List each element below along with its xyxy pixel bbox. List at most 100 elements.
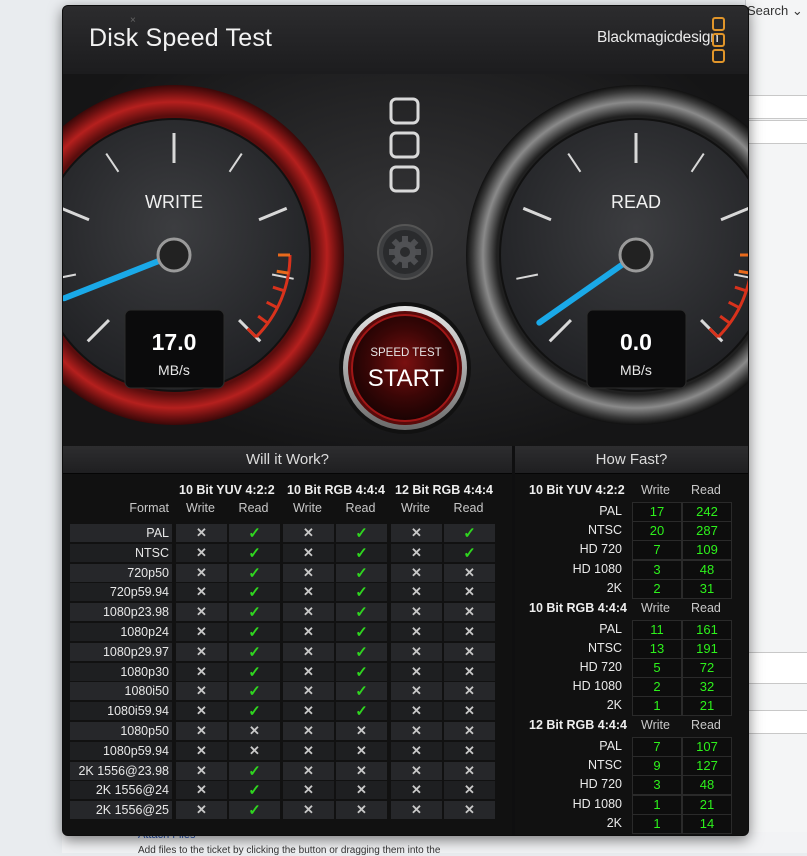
result-cell: ✕	[391, 583, 442, 602]
result-cell: ✕	[391, 642, 442, 661]
read-speed-value: 287	[682, 521, 732, 542]
result-cell: ✓	[336, 662, 387, 681]
result-cell: ✕	[176, 583, 227, 602]
read-speed-value: 242	[682, 502, 732, 522]
gauge-redline-tick	[276, 269, 289, 275]
result-cell: ✕	[444, 722, 495, 740]
x-mark-icon: ✕	[196, 604, 207, 620]
sub-header-write: Write	[401, 501, 430, 515]
x-mark-icon: ✕	[411, 525, 422, 540]
how-fast-row-label: NTSC	[587, 640, 622, 655]
x-mark-icon: ✕	[196, 762, 207, 778]
checkmark-icon: ✓	[248, 624, 261, 641]
start-button[interactable]: SPEED TEST START	[339, 302, 471, 434]
write-speed-value: 7	[632, 540, 682, 561]
write-speed-value: 13	[632, 638, 682, 659]
result-cell: ✕	[176, 603, 227, 622]
x-mark-icon: ✕	[303, 624, 314, 639]
result-cell: ✓	[336, 623, 387, 641]
write-speed-value: 7	[632, 737, 682, 757]
checkmark-icon: ✓	[355, 683, 368, 701]
x-mark-icon: ✕	[303, 683, 314, 699]
result-cell: ✕	[176, 662, 227, 681]
result-cell: ✕	[391, 682, 442, 701]
result-cell: ✓	[229, 603, 280, 622]
write-needle-hub	[156, 237, 192, 273]
background-field	[748, 95, 807, 119]
read-value: 0.0	[620, 329, 652, 355]
result-cell: ✕	[229, 722, 280, 740]
x-mark-icon: ✕	[356, 782, 367, 798]
result-cell: ✕	[336, 722, 387, 740]
x-mark-icon: ✕	[464, 742, 475, 758]
will-it-work-panel: Will it Work? 10 Bit YUV 4:2:2 10 Bit RGB…	[63, 446, 512, 835]
how-fast-row-label: HD 720	[579, 777, 622, 792]
read-speed-value: 14	[682, 813, 732, 834]
x-mark-icon: ✕	[411, 584, 422, 600]
result-cell: ✓	[229, 642, 280, 661]
result-cell: ✕	[283, 583, 334, 602]
drive-slots-icon[interactable]	[389, 97, 420, 193]
x-mark-icon: ✕	[411, 723, 422, 738]
x-mark-icon: ✕	[303, 643, 314, 659]
result-cell: ✕	[176, 781, 227, 800]
x-mark-icon: ✕	[196, 525, 207, 540]
result-cell: ✕	[391, 563, 442, 582]
result-cell: ✕	[176, 741, 227, 760]
how-fast-row-label: HD 720	[579, 542, 622, 557]
result-cell: ✕	[444, 781, 495, 800]
how-fast-group-header: 10 Bit YUV 4:2:2	[529, 483, 625, 497]
result-cell: ✓	[336, 603, 387, 622]
result-cell: ✓	[229, 583, 280, 602]
x-mark-icon: ✕	[411, 564, 422, 580]
result-cell: ✓	[229, 801, 280, 820]
write-speed-value: 2	[632, 578, 682, 599]
x-mark-icon: ✕	[249, 742, 260, 758]
result-cell: ✓	[229, 662, 280, 681]
result-cell: ✕	[176, 563, 227, 582]
write-speed-value: 3	[632, 775, 682, 796]
sub-header-write: Write	[186, 501, 215, 515]
result-cell: ✓	[229, 761, 280, 780]
write-speed-value: 9	[632, 756, 682, 777]
sub-header-read: Read	[453, 501, 484, 515]
format-label: 1080i50	[124, 684, 170, 699]
how-fast-row-label: HD 1080	[572, 561, 622, 576]
format-label: 1080p30	[120, 664, 169, 679]
checkmark-icon: ✓	[248, 643, 261, 661]
x-mark-icon: ✕	[464, 723, 475, 738]
close-icon[interactable]: ×	[130, 15, 136, 26]
checkmark-icon: ✓	[248, 782, 261, 800]
column-group-header: 10 Bit YUV 4:2:2	[179, 483, 275, 497]
read-speed-value: 109	[682, 540, 732, 561]
x-mark-icon: ✕	[196, 663, 207, 679]
x-mark-icon: ✕	[411, 683, 422, 699]
format-label: 2K 1556@25	[95, 803, 169, 818]
read-speed-value: 21	[682, 696, 732, 717]
x-mark-icon: ✕	[464, 584, 475, 600]
checkmark-icon: ✓	[248, 703, 261, 721]
result-cell: ✕	[391, 543, 442, 562]
x-mark-icon: ✕	[303, 544, 314, 560]
read-needle-hub	[618, 237, 654, 273]
x-mark-icon: ✕	[411, 742, 422, 758]
write-speed-value: 5	[632, 657, 682, 678]
gear-icon[interactable]	[377, 224, 433, 280]
how-fast-row-label: HD 720	[579, 659, 622, 674]
result-cell: ✕	[229, 741, 280, 760]
result-cell: ✕	[283, 682, 334, 701]
result-cell: ✓	[336, 563, 387, 582]
read-speed-value: 31	[682, 578, 732, 599]
background-search-label[interactable]: Search ⌄	[747, 3, 803, 19]
checkmark-icon: ✓	[248, 802, 261, 820]
background-field	[748, 652, 807, 684]
result-cell: ✕	[444, 642, 495, 661]
column-group-header: 12 Bit RGB 4:4:4	[395, 483, 493, 497]
write-speed-value: 20	[632, 521, 682, 542]
result-cell: ✕	[391, 662, 442, 681]
x-mark-icon: ✕	[411, 703, 422, 719]
result-cell: ✕	[176, 682, 227, 701]
result-cell: ✓	[229, 781, 280, 800]
checkmark-icon: ✓	[248, 683, 261, 701]
result-cell: ✓	[444, 524, 495, 542]
